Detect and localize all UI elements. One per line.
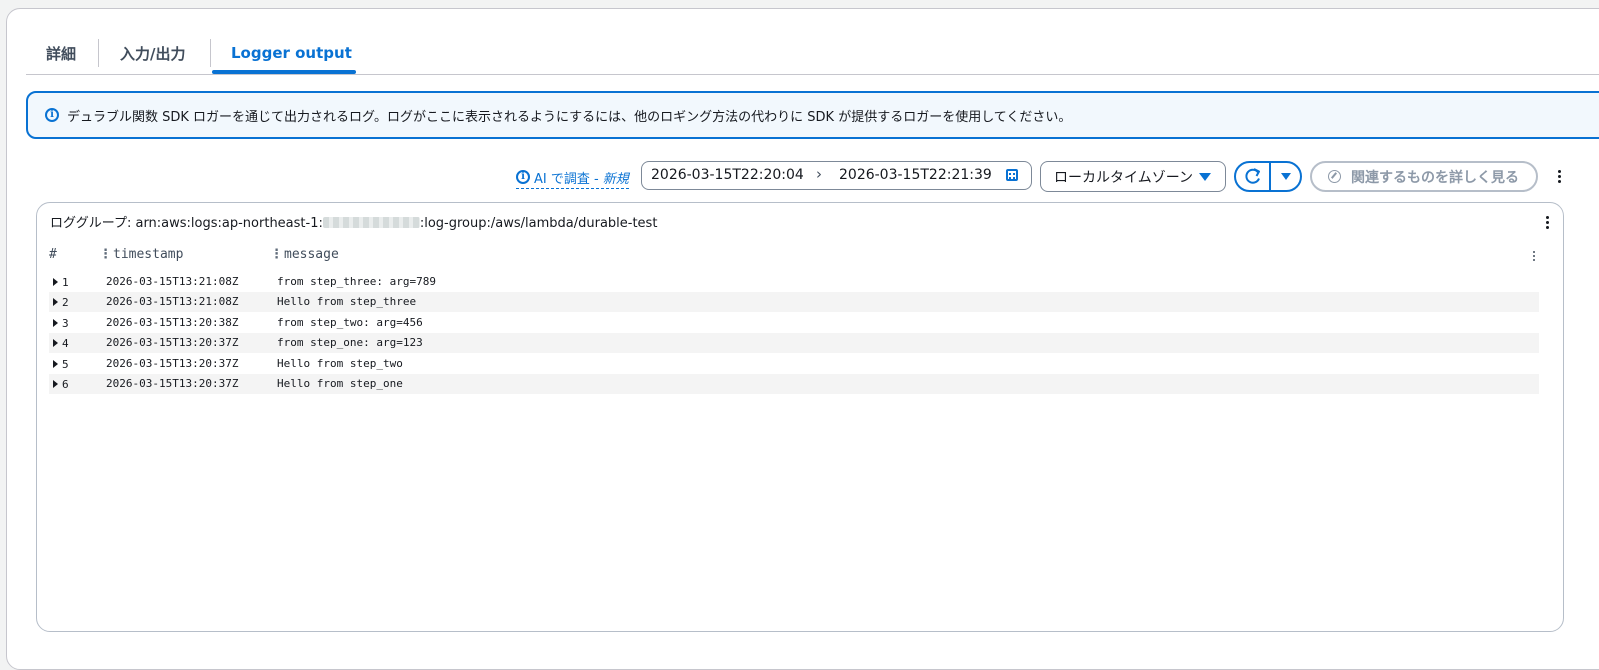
ai-link-label: AI で調査 -: [534, 171, 599, 187]
row-message: Hello from step_one: [277, 377, 403, 390]
column-header-message[interactable]: ⋮message: [270, 247, 339, 262]
row-timestamp: 2026-03-15T13:21:08Z: [106, 295, 239, 308]
active-tab-indicator: [212, 70, 356, 74]
row-index: 4: [62, 337, 69, 350]
expand-row-icon[interactable]: [53, 319, 58, 327]
row-index: 6: [62, 378, 69, 391]
row-message: from step_one: arg=123: [277, 336, 423, 349]
expand-row-icon[interactable]: [53, 298, 58, 306]
column-header-timestamp[interactable]: ⋮timestamp: [99, 247, 183, 262]
row-message: Hello from step_two: [277, 357, 403, 370]
refresh-button[interactable]: [1236, 163, 1269, 190]
ai-link-new-label: 新規: [602, 171, 629, 187]
row-timestamp: 2026-03-15T13:20:37Z: [106, 357, 239, 370]
row-message: from step_three: arg=789: [277, 275, 436, 288]
column-settings-icon[interactable]: [1529, 248, 1539, 264]
row-timestamp: 2026-03-15T13:21:08Z: [106, 275, 239, 288]
info-icon: i: [45, 108, 59, 122]
expand-row-icon[interactable]: [53, 360, 58, 368]
tab-input-output[interactable]: 入力/出力: [120, 34, 185, 72]
log-row: 5 2026-03-15T13:20:37Z Hello from step_t…: [49, 354, 1539, 374]
log-group-prefix: ロググループ: arn:aws:logs:ap-northeast-1:: [50, 216, 323, 231]
explore-related-label: 関連するものを詳しく見る: [1351, 169, 1519, 186]
refresh-icon: [1245, 168, 1260, 184]
date-range-start: 2026-03-15T22:20:04: [651, 167, 804, 183]
info-icon: i: [516, 170, 530, 184]
caret-down-icon: [1199, 173, 1211, 181]
redacted-account-id: [322, 217, 420, 228]
refresh-button-group: [1234, 161, 1302, 192]
toolbar-more-icon[interactable]: [1553, 166, 1565, 186]
timezone-select[interactable]: ローカルタイムゾーン: [1040, 161, 1226, 192]
row-message: Hello from step_three: [277, 295, 417, 308]
tab-logger-output[interactable]: Logger output: [231, 34, 352, 72]
log-box-more-icon[interactable]: [1541, 213, 1553, 231]
calendar-icon[interactable]: [1006, 169, 1018, 181]
row-index: 2: [62, 296, 69, 309]
row-timestamp: 2026-03-15T13:20:37Z: [106, 336, 239, 349]
chevron-right-icon: ›: [816, 165, 822, 183]
date-range-picker[interactable]: 2026-03-15T22:20:04 › 2026-03-15T22:21:3…: [641, 161, 1032, 190]
column-header-message-label: message: [284, 247, 339, 262]
row-index: 1: [62, 276, 69, 289]
tab-details[interactable]: 詳細: [46, 34, 76, 72]
timezone-value: ローカルタイムゾーン: [1054, 169, 1194, 186]
tab-bar: 詳細 入力/出力 Logger output: [26, 34, 1599, 75]
info-alert: i デュラブル関数 SDK ロガーを通じて出力されるログ。ログがここに表示される…: [26, 91, 1599, 139]
log-group-arn: ロググループ: arn:aws:logs:ap-northeast-1: :log…: [50, 212, 657, 231]
log-row: 1 2026-03-15T13:21:08Z from step_three: …: [49, 272, 1539, 292]
log-row: 3 2026-03-15T13:20:38Z from step_two: ar…: [49, 313, 1539, 333]
row-index: 5: [62, 358, 69, 371]
row-timestamp: 2026-03-15T13:20:38Z: [106, 316, 239, 329]
row-index: 3: [62, 317, 69, 330]
log-row: 2 2026-03-15T13:21:08Z Hello from step_t…: [49, 292, 1539, 312]
refresh-options-dropdown[interactable]: [1271, 163, 1300, 190]
tab-divider: [210, 39, 211, 67]
compass-icon: [1328, 170, 1341, 183]
explore-related-button[interactable]: 関連するものを詳しく見る: [1310, 161, 1538, 192]
log-group-suffix: :log-group:/aws/lambda/durable-test: [419, 216, 658, 231]
column-header-index: #: [49, 247, 57, 262]
column-resize-icon[interactable]: ⋮: [99, 247, 112, 262]
log-row: 6 2026-03-15T13:20:37Z Hello from step_o…: [49, 374, 1539, 394]
ai-investigate-link[interactable]: i AI で調査 - 新規: [516, 166, 629, 189]
alert-text: デュラブル関数 SDK ロガーを通じて出力されるログ。ログがここに表示されるよう…: [67, 109, 1072, 125]
log-results-container: ロググループ: arn:aws:logs:ap-northeast-1: :log…: [36, 202, 1564, 632]
column-resize-icon[interactable]: ⋮: [270, 247, 283, 262]
date-range-end: 2026-03-15T22:21:39: [839, 167, 992, 183]
caret-down-icon: [1281, 173, 1291, 180]
expand-row-icon[interactable]: [53, 339, 58, 347]
column-header-timestamp-label: timestamp: [113, 247, 184, 262]
row-timestamp: 2026-03-15T13:20:37Z: [106, 377, 239, 390]
log-row: 4 2026-03-15T13:20:37Z from step_one: ar…: [49, 333, 1539, 353]
tab-divider: [98, 39, 99, 67]
row-message: from step_two: arg=456: [277, 316, 423, 329]
expand-row-icon[interactable]: [53, 278, 58, 286]
expand-row-icon[interactable]: [53, 380, 58, 388]
